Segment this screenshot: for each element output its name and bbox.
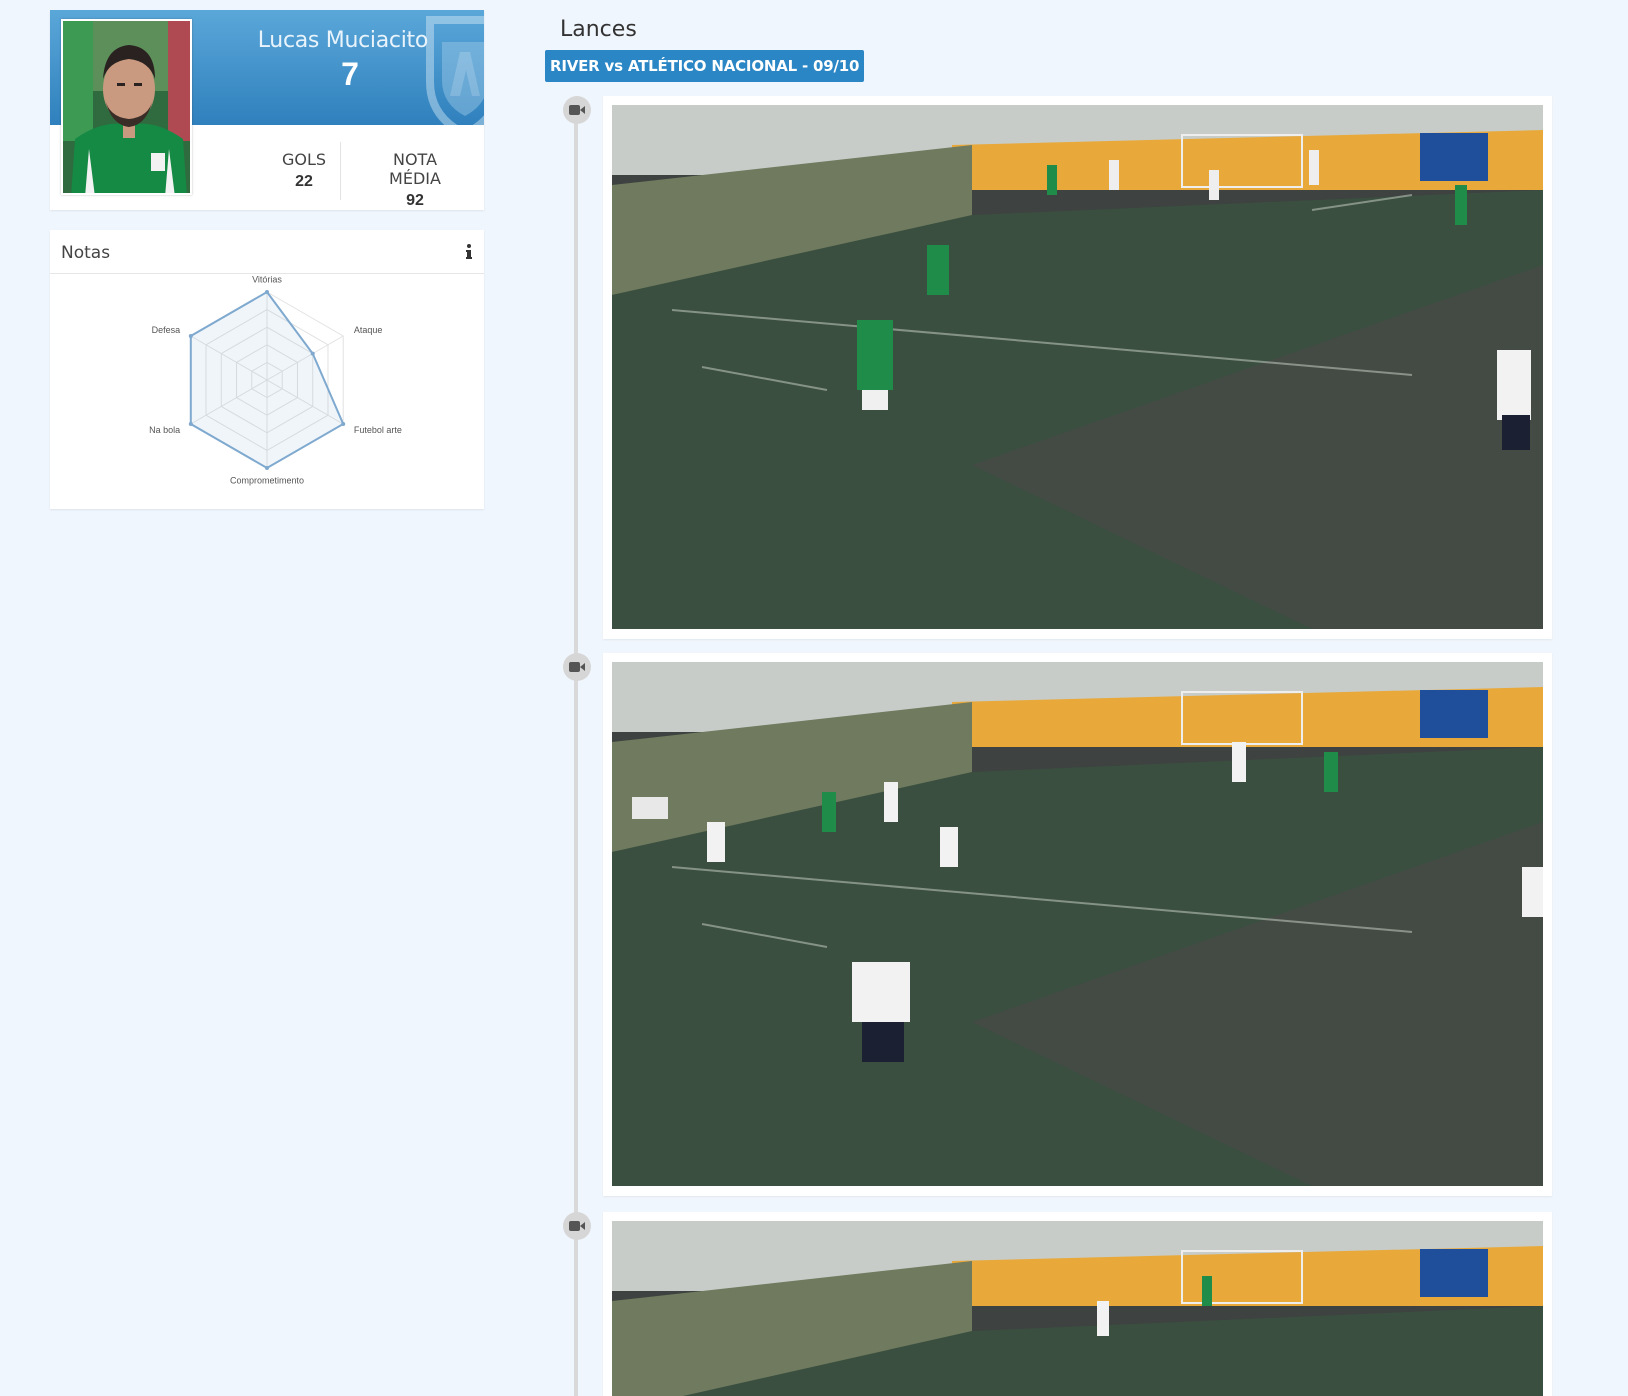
radar-axis-label: Comprometimento (230, 475, 304, 485)
radar-point[interactable] (265, 466, 269, 470)
player-stats: GOLS 22 NOTA MÉDIA 92 (250, 142, 484, 209)
video-player[interactable] (612, 105, 1543, 629)
radar-point[interactable] (188, 422, 193, 426)
player-number: 7 (341, 56, 359, 92)
video-camera-icon (563, 653, 591, 681)
video-card (603, 1212, 1552, 1396)
radar-series-area (189, 290, 345, 470)
radar-point[interactable] (188, 334, 193, 338)
stat-nota-media: NOTA MÉDIA 92 (366, 150, 464, 210)
radar-axis-label: Vitórias (252, 275, 282, 285)
video-player[interactable] (612, 1221, 1543, 1396)
timeline-line (574, 100, 578, 1396)
club-crest-icon (426, 16, 484, 125)
notas-title: Notas (61, 243, 111, 263)
radar-axis-label: Defesa (152, 325, 181, 335)
player-name: Lucas Muciacito (257, 28, 429, 53)
radar-point[interactable] (341, 422, 346, 426)
stat-gols: GOLS 22 (278, 150, 330, 191)
stat-nota-label: NOTA MÉDIA (389, 150, 441, 188)
radar-point[interactable] (310, 351, 315, 356)
stat-gols-value: 22 (295, 173, 313, 190)
player-photo (63, 21, 190, 193)
info-icon[interactable] (464, 242, 474, 262)
video-card (603, 96, 1552, 639)
video-player[interactable] (612, 662, 1543, 1186)
avatar (61, 19, 192, 195)
video-camera-icon (563, 1212, 591, 1240)
profile-card: Lucas Muciacito 7 GOLS 22 NOTA MÉDIA 92 (50, 10, 484, 210)
notas-card: Notas Vitórias Ataque Futebol arte Comprome… (50, 230, 484, 509)
radar-axis-label: Na bola (149, 425, 180, 435)
player-profile-page: Lucas Muciacito 7 GOLS 22 NOTA MÉDIA 92 … (0, 0, 1628, 1396)
lances-title: Lances (560, 17, 637, 42)
match-label[interactable]: RIVER vs ATLÉTICO NACIONAL - 09/10 (545, 50, 865, 82)
radar-axis-label: Ataque (354, 325, 383, 335)
stat-nota-value: 92 (406, 192, 424, 209)
stat-divider (340, 142, 341, 200)
stat-gols-label: GOLS (281, 150, 327, 169)
video-camera-icon (563, 96, 591, 124)
radar-point[interactable] (265, 290, 269, 294)
radar-chart: Vitórias Ataque Futebol arte Comprometiment… (149, 275, 402, 485)
video-card (603, 653, 1552, 1196)
radar-axis-label: Futebol arte (354, 425, 402, 435)
notas-header: Notas (50, 230, 484, 274)
